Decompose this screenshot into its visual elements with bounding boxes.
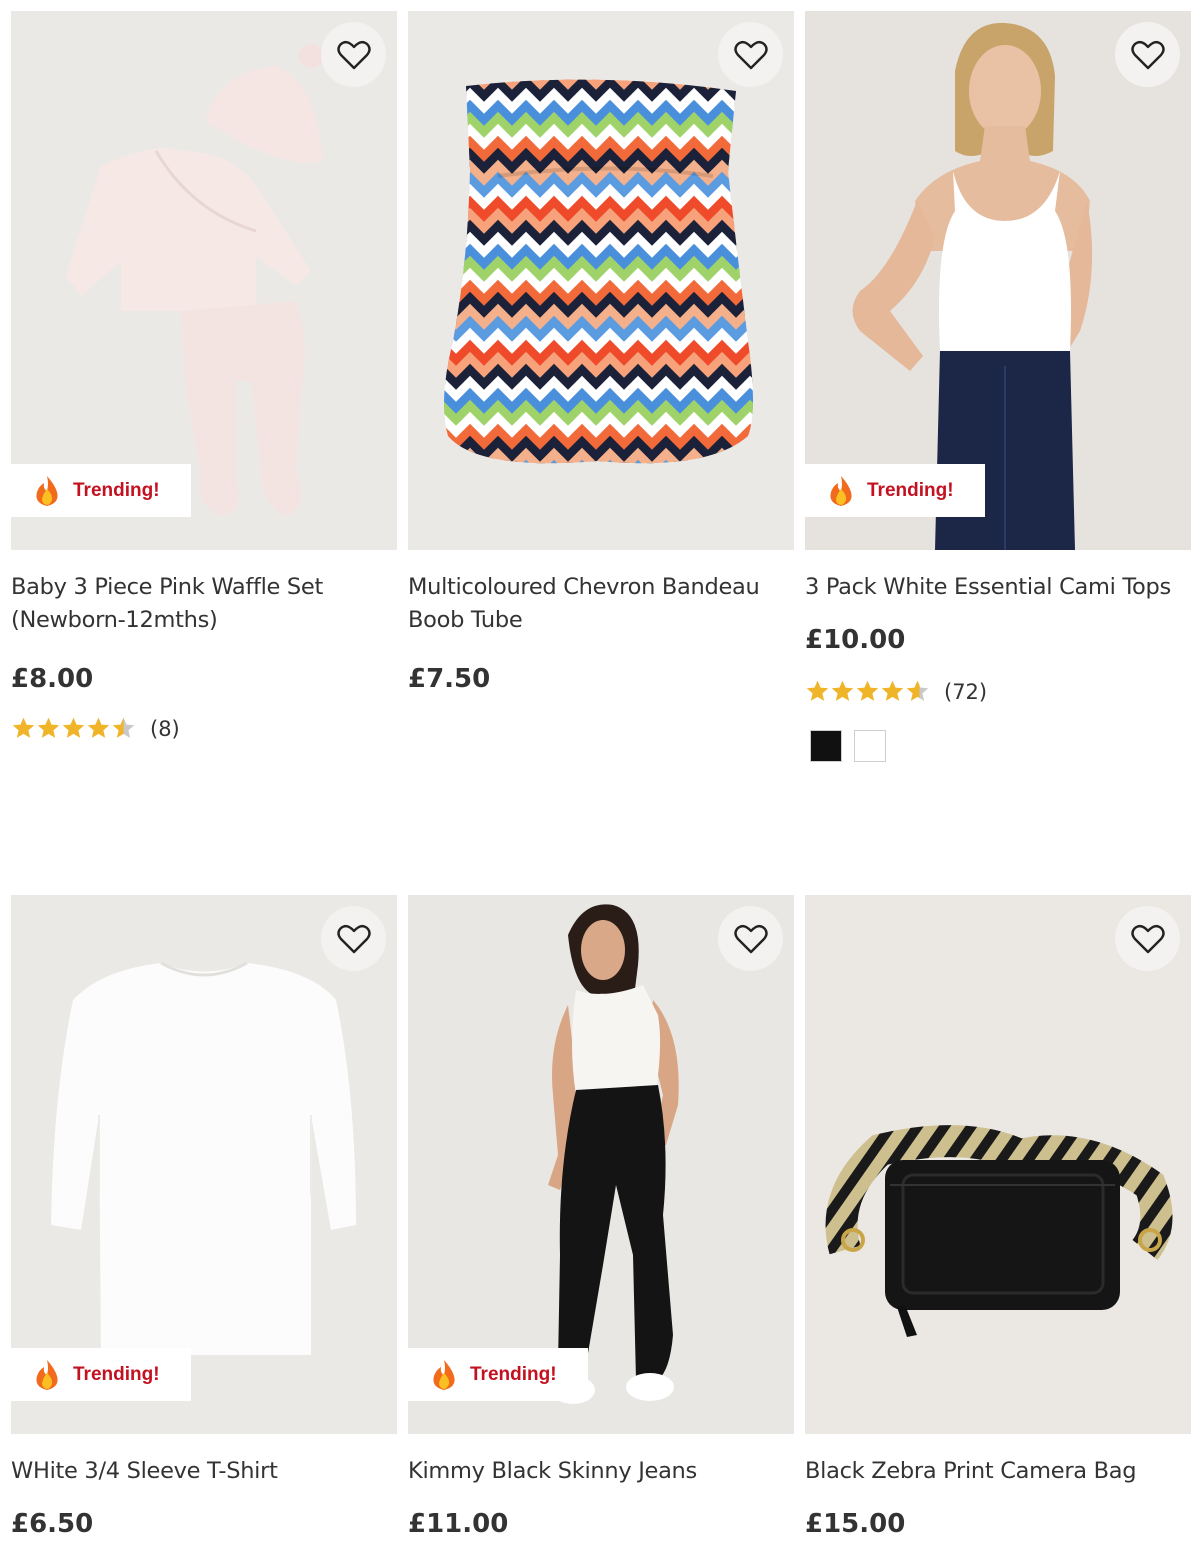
product-price: £8.00 — [11, 664, 94, 694]
heart-outline-icon — [733, 924, 768, 953]
product-card[interactable]: Trending! Kimmy Black Skinny Jeans £11.0… — [408, 895, 794, 1539]
rating: (8) — [11, 716, 397, 741]
star-icon — [87, 717, 110, 738]
star-icon — [112, 717, 135, 738]
colour-swatches — [805, 730, 1191, 762]
star-rating-icon — [11, 716, 136, 741]
star-icon — [62, 717, 85, 738]
star-icon — [12, 717, 35, 738]
product-card[interactable]: Multicoloured Chevron Bandeau Boob Tube … — [408, 11, 794, 694]
star-rating-icon — [805, 679, 930, 704]
product-title[interactable]: Kimmy Black Skinny Jeans — [408, 1455, 788, 1488]
product-title[interactable]: Baby 3 Piece Pink Waffle Set (Newborn-12… — [11, 571, 391, 637]
rating-count: (72) — [944, 679, 988, 704]
star-icon — [856, 680, 879, 701]
trending-label: Trending! — [867, 479, 954, 501]
product-title[interactable]: WHite 3/4 Sleeve T-Shirt — [11, 1455, 391, 1488]
wishlist-button[interactable] — [321, 906, 386, 971]
swatch-white[interactable] — [854, 730, 886, 762]
product-title[interactable]: Multicoloured Chevron Bandeau Boob Tube — [408, 571, 788, 637]
heart-outline-icon — [1130, 924, 1165, 953]
rating-count: (8) — [150, 716, 180, 741]
heart-outline-icon — [1130, 40, 1165, 69]
trending-badge: Trending! — [408, 1348, 588, 1401]
fire-icon — [830, 475, 852, 506]
star-icon — [806, 680, 829, 701]
trending-badge: Trending! — [11, 1348, 191, 1401]
swatch-black[interactable] — [810, 730, 842, 762]
wishlist-button[interactable] — [1115, 22, 1180, 87]
trending-label: Trending! — [470, 1363, 557, 1385]
trending-badge: Trending! — [11, 464, 191, 517]
product-title[interactable]: 3 Pack White Essential Cami Tops — [805, 571, 1185, 604]
product-image[interactable]: Trending! — [11, 895, 397, 1434]
trending-label: Trending! — [73, 1363, 160, 1385]
product-price: £7.50 — [408, 664, 491, 694]
chevron-stripe — [444, 459, 753, 464]
wishlist-button[interactable] — [1115, 906, 1180, 971]
wishlist-button[interactable] — [321, 22, 386, 87]
chevron-bandeau-image — [428, 79, 792, 495]
product-card[interactable]: Trending! WHite 3/4 Sleeve T-Shirt £6.50 — [11, 895, 397, 1539]
product-image[interactable]: Trending! — [408, 895, 794, 1434]
fire-icon — [36, 475, 58, 506]
heart-outline-icon — [336, 924, 371, 953]
rating: (72) — [805, 679, 1191, 704]
product-price: £15.00 — [805, 1509, 906, 1539]
fire-icon — [36, 1359, 58, 1390]
wishlist-button[interactable] — [718, 906, 783, 971]
product-card[interactable]: Black Zebra Print Camera Bag £15.00 — [805, 895, 1191, 1539]
product-image[interactable] — [408, 11, 794, 550]
product-image[interactable]: Trending! — [805, 11, 1191, 550]
product-image[interactable]: Trending! — [11, 11, 397, 550]
camera-bag-image — [825, 1125, 1173, 1337]
product-image[interactable] — [805, 895, 1191, 1434]
heart-outline-icon — [733, 40, 768, 69]
star-icon — [831, 680, 854, 701]
trending-badge: Trending! — [805, 464, 985, 517]
star-icon — [906, 680, 929, 701]
star-icon — [881, 680, 904, 701]
product-card[interactable]: Trending! Baby 3 Piece Pink Waffle Set (… — [11, 11, 397, 741]
product-price: £6.50 — [11, 1509, 94, 1539]
star-icon — [37, 717, 60, 738]
product-price: £10.00 — [805, 625, 906, 655]
wishlist-button[interactable] — [718, 22, 783, 87]
fire-icon — [433, 1359, 455, 1390]
product-price: £11.00 — [408, 1509, 509, 1539]
trending-label: Trending! — [73, 479, 160, 501]
product-title[interactable]: Black Zebra Print Camera Bag — [805, 1455, 1185, 1488]
chevron-stripe — [444, 447, 753, 464]
chevron-stripe — [428, 481, 792, 495]
heart-outline-icon — [336, 40, 371, 69]
product-card[interactable]: Trending! 3 Pack White Essential Cami To… — [805, 11, 1191, 762]
